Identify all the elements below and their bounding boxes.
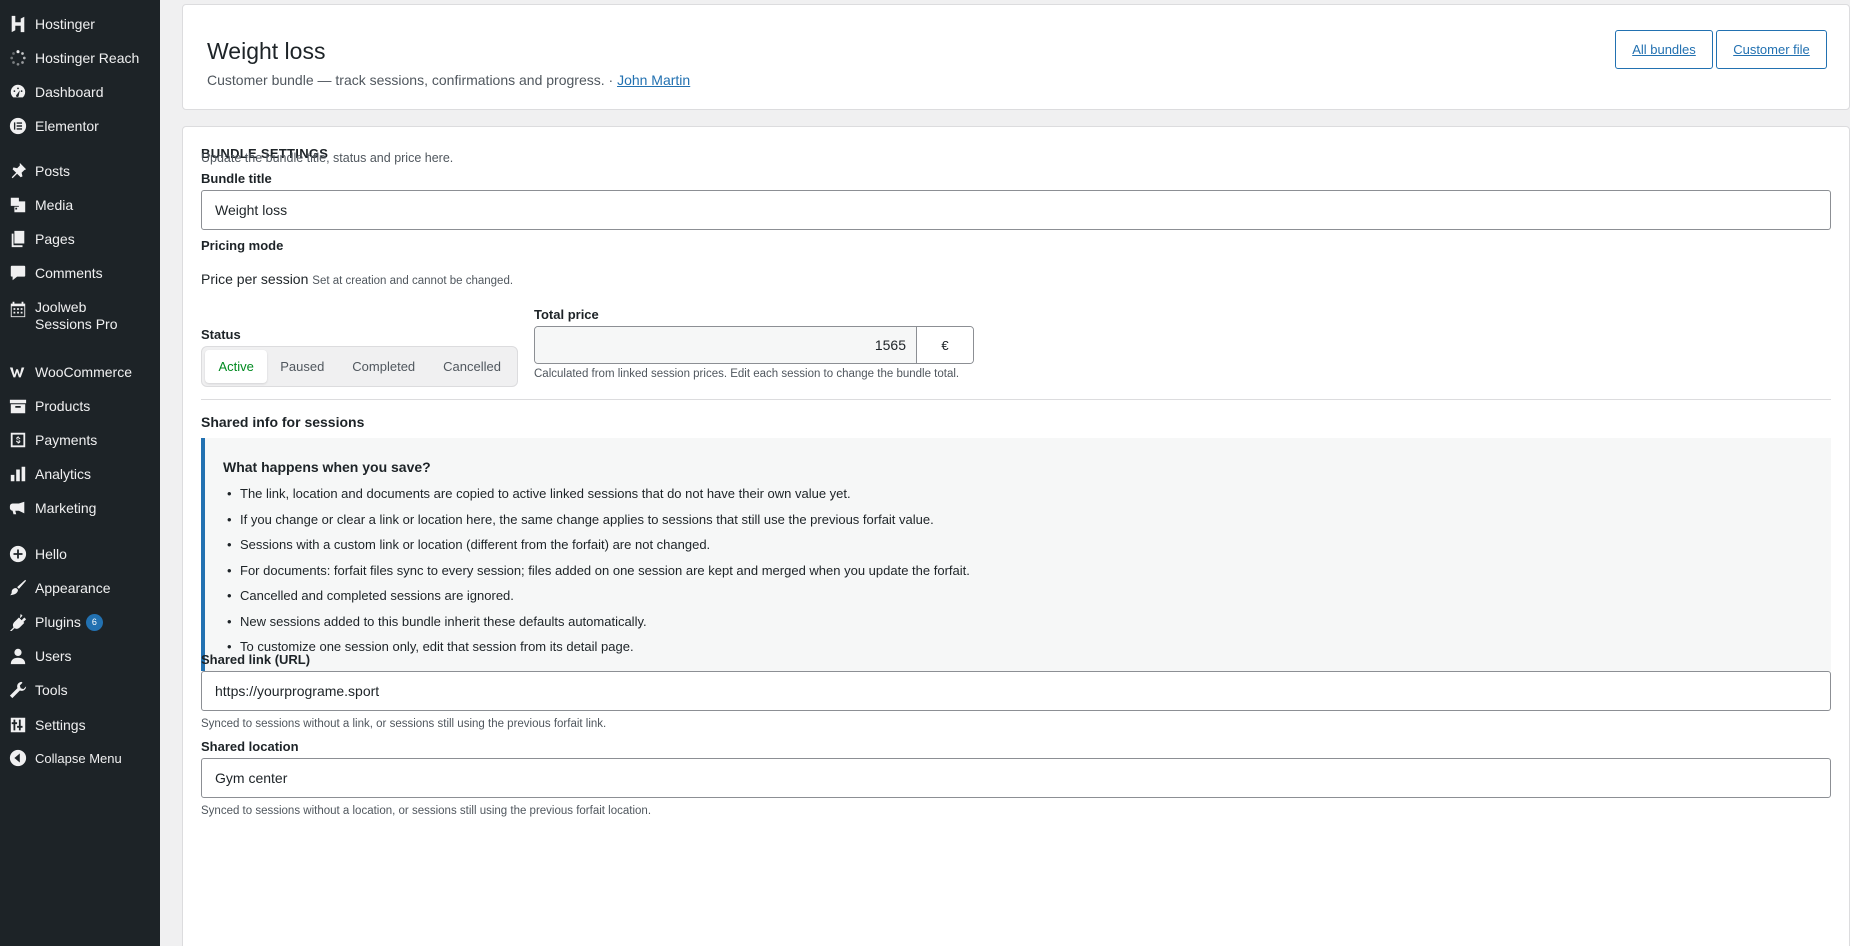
currency-addon: € <box>916 327 973 363</box>
sidebar-item-plugins[interactable]: Plugins 6 <box>0 612 160 632</box>
bundle-settings-card: BUNDLE SETTINGS Update the bundle title,… <box>182 126 1850 946</box>
pricing-mode-label: Pricing mode <box>201 238 284 253</box>
pricing-mode-value: Price per session <box>201 271 309 287</box>
sidebar-collapse-menu[interactable]: Collapse Menu <box>0 748 160 768</box>
sidebar-item-products[interactable]: Products <box>0 396 160 416</box>
sidebar-item-hostinger[interactable]: Hostinger <box>0 14 160 34</box>
sidebar-item-tools[interactable]: Tools <box>0 680 160 700</box>
sidebar-item-hostinger-reach[interactable]: Hostinger Reach <box>0 48 160 68</box>
archive-icon <box>8 396 28 416</box>
sidebar-item-users[interactable]: Users <box>0 646 160 666</box>
pricing-mode-row: Price per session Set at creation and ca… <box>201 271 513 287</box>
user-icon <box>8 646 28 666</box>
pricing-mode-note: Set at creation and cannot be changed. <box>312 275 514 287</box>
section-divider <box>201 399 1831 400</box>
sidebar-item-hello[interactable]: Hello <box>0 544 160 564</box>
sidebar-item-media[interactable]: Media <box>0 195 160 215</box>
page-title: Weight loss <box>207 38 326 64</box>
shared-info-heading: Shared info for sessions <box>201 414 365 430</box>
brush-icon <box>8 578 28 598</box>
sidebar-item-joolweb-sessions-pro[interactable]: Joolweb Sessions Pro <box>0 299 160 335</box>
sidebar-item-pages[interactable]: Pages <box>0 229 160 249</box>
sidebar-item-dashboard[interactable]: Dashboard <box>0 82 160 102</box>
bundle-title-label: Bundle title <box>201 171 272 186</box>
sidebar-item-elementor[interactable]: Elementor <box>0 116 160 136</box>
sidebar-item-analytics[interactable]: Analytics <box>0 464 160 484</box>
subtitle-text: Customer bundle — track sessions, confir… <box>207 72 614 88</box>
dashboard-icon <box>8 82 28 102</box>
pages-icon <box>8 229 28 249</box>
status-option-cancelled[interactable]: Cancelled <box>430 350 514 383</box>
calendar-icon <box>8 299 28 319</box>
all-bundles-button[interactable]: All bundles <box>1615 30 1713 69</box>
list-item: For documents: forfait files sync to eve… <box>223 558 970 584</box>
sidebar-item-comments[interactable]: Comments <box>0 263 160 283</box>
pin-icon <box>8 161 28 181</box>
sidebar-item-woocommerce[interactable]: WooCommerce <box>0 362 160 382</box>
status-option-paused[interactable]: Paused <box>267 350 337 383</box>
sidebar-item-settings[interactable]: Settings <box>0 715 160 735</box>
comment-icon <box>8 263 28 283</box>
info-notice-list: The link, location and documents are cop… <box>223 481 970 660</box>
spinner-icon <box>8 48 28 68</box>
shared-location-label: Shared location <box>201 739 299 754</box>
admin-sidebar: Hostinger Hostinger Reach Dashboard Elem… <box>0 0 160 946</box>
total-price-help: Calculated from linked session prices. E… <box>534 368 960 380</box>
list-item: The link, location and documents are cop… <box>223 481 970 507</box>
status-option-completed[interactable]: Completed <box>337 350 430 383</box>
hostinger-icon <box>8 14 28 34</box>
megaphone-icon <box>8 498 28 518</box>
list-item: If you change or clear a link or locatio… <box>223 507 970 533</box>
elementor-icon <box>8 116 28 136</box>
shared-link-label: Shared link (URL) <box>201 652 311 667</box>
sidebar-item-appearance[interactable]: Appearance <box>0 578 160 598</box>
total-price-label: Total price <box>534 307 599 322</box>
shared-link-input[interactable]: https://yourprograme.sport <box>201 671 1831 711</box>
list-item: To customize one session only, edit that… <box>223 634 970 660</box>
shared-location-input[interactable]: Gym center <box>201 758 1831 798</box>
status-option-active[interactable]: Active <box>205 350 268 383</box>
status-label: Status <box>201 327 241 342</box>
shared-link-help: Synced to sessions without a link, or se… <box>201 718 607 730</box>
payments-icon <box>8 430 28 450</box>
list-item: Cancelled and completed sessions are ign… <box>223 583 970 609</box>
plugins-update-badge: 6 <box>85 613 103 631</box>
page-subtitle: Customer bundle — track sessions, confir… <box>207 72 690 88</box>
plus-circle-icon <box>8 544 28 564</box>
plug-icon <box>8 612 28 632</box>
media-icon <box>8 195 28 215</box>
sidebar-item-payments[interactable]: Payments <box>0 430 160 450</box>
collapse-icon <box>8 748 28 768</box>
status-segmented-control: Active Paused Completed Cancelled <box>201 346 518 387</box>
list-item: Sessions with a custom link or location … <box>223 532 970 558</box>
save-info-notice: What happens when you save? The link, lo… <box>201 438 1831 671</box>
sidebar-item-posts[interactable]: Posts <box>0 161 160 181</box>
list-item: New sessions added to this bundle inheri… <box>223 609 970 635</box>
total-price-input[interactable]: 1565 <box>535 327 916 363</box>
shared-location-help: Synced to sessions without a location, o… <box>201 805 652 817</box>
chart-bar-icon <box>8 464 28 484</box>
wrench-icon <box>8 680 28 700</box>
settings-help: Update the bundle title, status and pric… <box>201 151 454 165</box>
woo-icon <box>8 362 28 382</box>
bundle-title-input[interactable]: Weight loss <box>201 190 1831 230</box>
customer-link[interactable]: John Martin <box>617 72 690 88</box>
sidebar-item-marketing[interactable]: Marketing <box>0 498 160 518</box>
bundle-header-card: Weight loss Customer bundle — track sess… <box>182 4 1850 110</box>
info-notice-title: What happens when you save? <box>223 459 431 475</box>
total-price-field: 1565 € <box>534 326 974 364</box>
settings-icon <box>8 715 28 735</box>
customer-file-button[interactable]: Customer file <box>1716 30 1827 69</box>
